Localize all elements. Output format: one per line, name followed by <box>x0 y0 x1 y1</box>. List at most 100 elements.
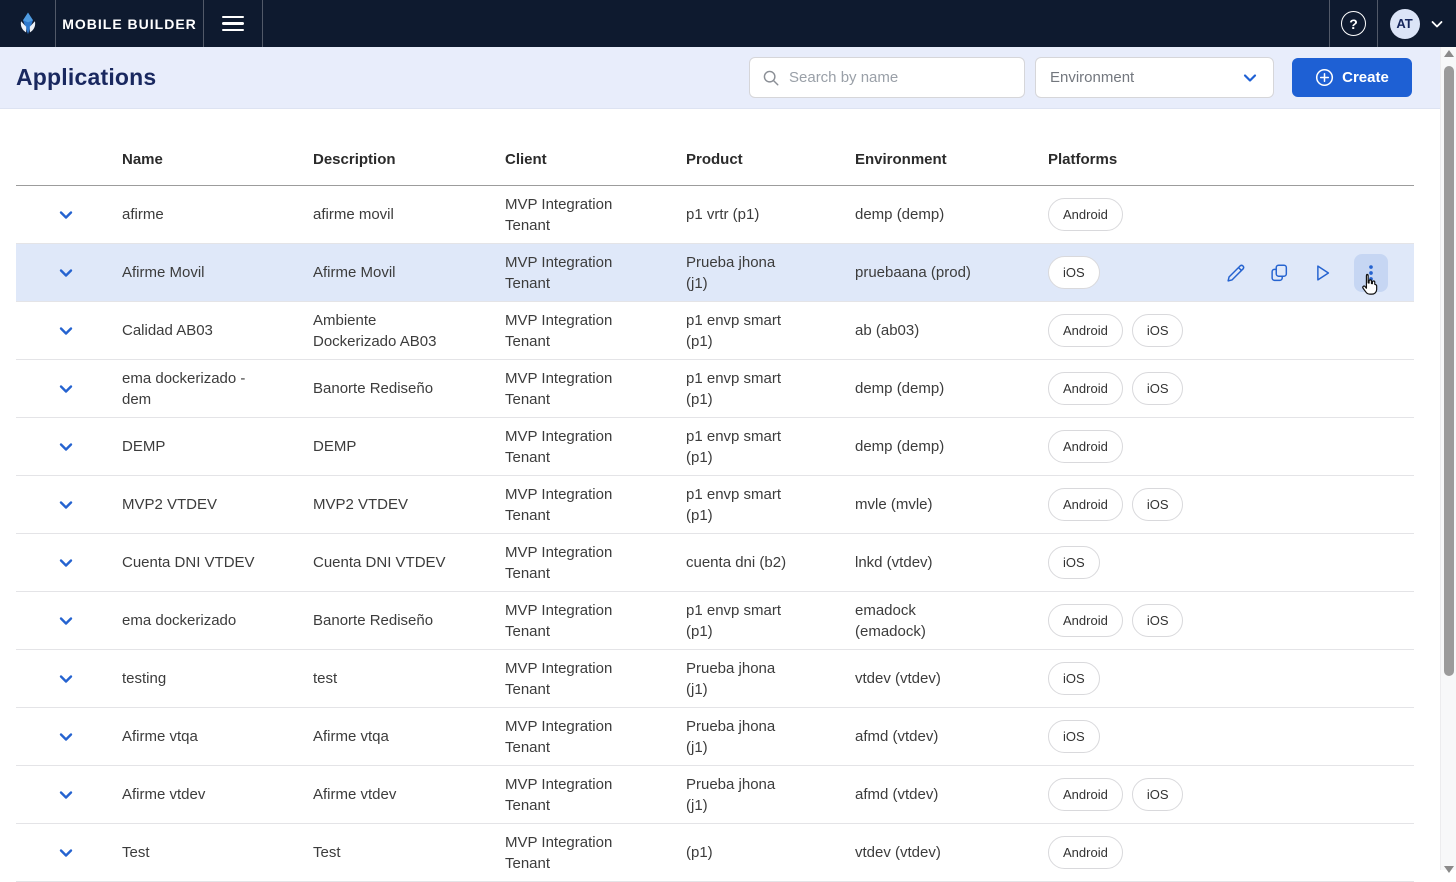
expand-row-button[interactable] <box>56 611 76 631</box>
user-menu[interactable]: AT <box>1378 0 1456 47</box>
app-client: MVP Integration Tenant <box>505 252 647 294</box>
column-header-product: Product <box>686 151 855 168</box>
app-product: Prueba jhona (j1) <box>686 716 798 758</box>
brand-logo-icon <box>15 11 41 37</box>
app-name: testing <box>122 668 277 689</box>
app-product: p1 vrtr (p1) <box>686 204 798 225</box>
expand-row-button[interactable] <box>56 843 76 863</box>
app-platforms: iOS <box>1048 720 1218 753</box>
app-description: Banorte Rediseño <box>313 378 458 399</box>
app-description: Ambiente Dockerizado AB03 <box>313 310 458 352</box>
platform-badge: Android <box>1048 198 1123 231</box>
table-row[interactable]: MVP2 VTDEV MVP2 VTDEV MVP Integration Te… <box>16 476 1414 534</box>
environment-filter-label: Environment <box>1050 69 1134 86</box>
search-box[interactable] <box>749 57 1025 98</box>
environment-filter-select[interactable]: Environment <box>1035 57 1274 98</box>
table-row[interactable]: Test Test MVP Integration Tenant (p1) vt… <box>16 824 1414 882</box>
expand-row-button[interactable] <box>56 785 76 805</box>
table-row[interactable]: ema dockerizado - dem Banorte Rediseño M… <box>16 360 1414 418</box>
app-name: Test <box>122 842 277 863</box>
plus-circle-icon <box>1315 68 1334 87</box>
platform-badge: iOS <box>1132 778 1184 811</box>
app-platforms: iOS <box>1048 256 1218 289</box>
app-platforms: Android <box>1048 836 1218 869</box>
expand-row-button[interactable] <box>56 379 76 399</box>
main-menu-button[interactable] <box>204 0 262 47</box>
app-name: Afirme Movil <box>122 262 277 283</box>
app-logo[interactable] <box>0 0 55 47</box>
expand-row-button[interactable] <box>56 205 76 225</box>
app-description: Afirme vtqa <box>313 726 458 747</box>
column-header-client: Client <box>505 151 686 168</box>
create-button[interactable]: Create <box>1292 58 1412 97</box>
expand-row-button[interactable] <box>56 263 76 283</box>
app-environment: emadock (emadock) <box>855 600 987 642</box>
table-row[interactable]: Cuenta DNI VTDEV Cuenta DNI VTDEV MVP In… <box>16 534 1414 592</box>
table-row[interactable]: testing test MVP Integration Tenant Prue… <box>16 650 1414 708</box>
app-platforms: AndroidiOS <box>1048 372 1218 405</box>
app-environment: lnkd (vtdev) <box>855 552 987 573</box>
scroll-up-arrow-icon[interactable] <box>1444 50 1454 57</box>
expand-row-button[interactable] <box>56 669 76 689</box>
edit-pencil-icon <box>1225 262 1247 284</box>
app-description: Test <box>313 842 458 863</box>
platform-badge: iOS <box>1132 488 1184 521</box>
platform-badge: iOS <box>1048 256 1100 289</box>
chevron-down-icon <box>58 729 74 745</box>
table-row[interactable]: DEMP DEMP MVP Integration Tenant p1 envp… <box>16 418 1414 476</box>
expand-row-button[interactable] <box>56 437 76 457</box>
app-product: p1 envp smart (p1) <box>686 484 798 526</box>
app-platforms: AndroidiOS <box>1048 488 1218 521</box>
app-client: MVP Integration Tenant <box>505 426 647 468</box>
app-platforms: iOS <box>1048 662 1218 695</box>
chevron-down-icon <box>58 497 74 513</box>
app-product: cuenta dni (b2) <box>686 552 798 573</box>
avatar: AT <box>1390 9 1420 39</box>
search-input[interactable] <box>789 69 1012 86</box>
scrollbar-thumb[interactable] <box>1444 66 1454 676</box>
app-client: MVP Integration Tenant <box>505 774 647 816</box>
app-client: MVP Integration Tenant <box>505 310 647 352</box>
app-product: p1 envp smart (p1) <box>686 368 798 410</box>
table-row[interactable]: ema dockerizado Banorte Rediseño MVP Int… <box>16 592 1414 650</box>
table-row[interactable]: Afirme Movil Afirme Movil MVP Integratio… <box>16 244 1414 302</box>
platform-badge: iOS <box>1048 720 1100 753</box>
expand-row-button[interactable] <box>56 321 76 341</box>
run-action-button[interactable] <box>1311 262 1333 284</box>
platform-badge: Android <box>1048 604 1123 637</box>
app-description: afirme movil <box>313 204 458 225</box>
table-row[interactable]: Afirme vtqa Afirme vtqa MVP Integration … <box>16 708 1414 766</box>
table-row[interactable]: Afirme vtdev Afirme vtdev MVP Integratio… <box>16 766 1414 824</box>
table-header-row: Name Description Client Product Environm… <box>16 110 1414 186</box>
app-name: Calidad AB03 <box>122 320 277 341</box>
edit-action-button[interactable] <box>1225 262 1247 284</box>
chevron-down-icon <box>58 671 74 687</box>
app-name: ema dockerizado <box>122 610 277 631</box>
brand-title-section: MOBILE BUILDER <box>56 0 203 47</box>
platform-badge: Android <box>1048 372 1123 405</box>
app-name: Cuenta DNI VTDEV <box>122 552 277 573</box>
table-row[interactable]: afirme afirme movil MVP Integration Tena… <box>16 186 1414 244</box>
app-product: Prueba jhona (j1) <box>686 658 798 700</box>
app-name: ema dockerizado - dem <box>122 368 277 410</box>
expand-row-button[interactable] <box>56 727 76 747</box>
app-product: p1 envp smart (p1) <box>686 310 798 352</box>
app-description: Afirme Movil <box>313 262 458 283</box>
app-environment: afmd (vtdev) <box>855 726 987 747</box>
column-header-environment: Environment <box>855 151 1048 168</box>
vertical-scrollbar[interactable] <box>1440 47 1456 870</box>
app-description: Afirme vtdev <box>313 784 458 805</box>
create-button-label: Create <box>1342 69 1389 86</box>
help-button[interactable]: ? <box>1330 0 1377 47</box>
app-product: (p1) <box>686 842 798 863</box>
copy-action-button[interactable] <box>1268 262 1290 284</box>
app-description: MVP2 VTDEV <box>313 494 458 515</box>
expand-row-button[interactable] <box>56 553 76 573</box>
table-row[interactable]: Calidad AB03 Ambiente Dockerizado AB03 M… <box>16 302 1414 360</box>
expand-row-button[interactable] <box>56 495 76 515</box>
app-platforms: AndroidiOS <box>1048 778 1218 811</box>
more-action-button[interactable] <box>1354 254 1388 292</box>
run-play-icon <box>1311 262 1333 284</box>
app-client: MVP Integration Tenant <box>505 542 647 584</box>
app-name: DEMP <box>122 436 277 457</box>
